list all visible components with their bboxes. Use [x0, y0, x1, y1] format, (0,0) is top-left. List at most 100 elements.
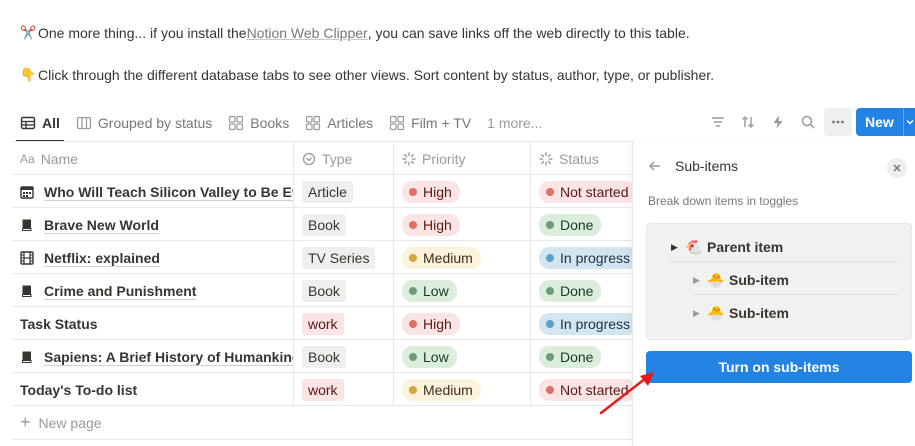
priority-cell[interactable]: High: [394, 307, 531, 340]
column-header-priority[interactable]: Priority: [394, 142, 531, 175]
tab-film-tv[interactable]: Film + TV: [383, 108, 477, 138]
text-property-icon: Aa: [20, 151, 35, 166]
row-title[interactable]: Crime and Punishment: [44, 283, 196, 299]
priority-cell[interactable]: Medium: [394, 373, 531, 406]
priority-cell[interactable]: Medium: [394, 241, 531, 274]
clipper-text-after: , you can save links off the web directl…: [367, 25, 690, 41]
gallery-icon: [229, 115, 244, 131]
status-cell[interactable]: Done: [531, 274, 642, 307]
back-arrow-icon[interactable]: [647, 158, 663, 174]
hatching-chick-icon: 🐣: [707, 271, 725, 288]
row-title[interactable]: Who Will Teach Silicon Valley to Be Ethi…: [44, 184, 293, 200]
type-tag: Book: [302, 279, 346, 302]
close-icon: [893, 164, 901, 172]
status-cell[interactable]: In progress: [531, 241, 642, 274]
name-cell[interactable]: Netflix: explained: [12, 241, 294, 274]
table-row[interactable]: Sapiens: A Brief History of Humankind Boo…: [12, 340, 642, 373]
name-cell[interactable]: Sapiens: A Brief History of Humankind: [12, 340, 294, 373]
more-icon: [832, 120, 844, 124]
type-tag: Book: [302, 213, 346, 236]
column-priority-label: Priority: [422, 150, 466, 167]
automation-button[interactable]: [764, 108, 792, 136]
search-button[interactable]: [794, 108, 822, 136]
priority-label: Medium: [423, 381, 473, 398]
toggle-triangle-icon: ▶: [693, 307, 700, 318]
column-header-status[interactable]: Status: [531, 142, 642, 175]
name-cell[interactable]: Task Status: [12, 307, 294, 340]
type-cell[interactable]: work: [294, 373, 394, 406]
status-pill: Done: [539, 345, 602, 368]
tab-film-tv-label: Film + TV: [411, 115, 472, 131]
tab-books[interactable]: Books: [222, 108, 295, 138]
type-cell[interactable]: Article: [294, 175, 394, 208]
hatching-chick-icon: 🐣: [707, 304, 725, 321]
book-icon: [20, 350, 36, 364]
calendar-icon: [20, 185, 36, 199]
status-cell[interactable]: Done: [531, 208, 642, 241]
turn-on-sub-items-button[interactable]: Turn on sub-items: [646, 351, 912, 383]
new-dropdown-button[interactable]: [902, 108, 915, 136]
column-status-label: Status: [559, 150, 599, 167]
status-label: Done: [560, 216, 594, 233]
name-cell[interactable]: Who Will Teach Silicon Valley to Be Ethi…: [12, 175, 294, 208]
status-property-icon: [402, 151, 416, 166]
more-options-button[interactable]: [824, 108, 852, 136]
name-cell[interactable]: Crime and Punishment: [12, 274, 294, 307]
table-row[interactable]: Netflix: explained TV Series Medium In prog…: [12, 241, 642, 274]
type-cell[interactable]: Book: [294, 340, 394, 373]
row-title[interactable]: Netflix: explained: [44, 250, 160, 266]
status-pill: In progress: [539, 312, 639, 335]
sort-button[interactable]: [734, 108, 762, 136]
status-pill: Done: [539, 279, 602, 302]
panel-title: Sub-items: [675, 158, 739, 174]
status-label: Done: [560, 282, 594, 299]
table-row[interactable]: Crime and Punishment Book Low Done: [12, 274, 642, 307]
name-cell[interactable]: Today's To-do list: [12, 373, 294, 406]
name-cell[interactable]: Brave New World: [12, 208, 294, 241]
status-dot-icon: [546, 385, 554, 394]
status-cell[interactable]: In progress: [531, 307, 642, 340]
row-title[interactable]: Task Status: [20, 316, 98, 332]
row-title[interactable]: Brave New World: [44, 217, 159, 233]
web-clipper-link[interactable]: Notion Web Clipper: [247, 25, 368, 41]
table-row[interactable]: Who Will Teach Silicon Valley to Be Ethi…: [12, 175, 642, 208]
row-title[interactable]: Sapiens: A Brief History of Humankind: [44, 349, 293, 365]
type-cell[interactable]: Book: [294, 274, 394, 307]
status-dot-icon: [546, 286, 554, 295]
status-cell[interactable]: Not started: [531, 175, 642, 208]
type-cell[interactable]: work: [294, 307, 394, 340]
preview-divider: [671, 261, 899, 262]
toggle-triangle-icon: ▶: [671, 241, 678, 252]
filter-button[interactable]: [704, 108, 732, 136]
table-row[interactable]: Today's To-do list work Medium Not started: [12, 373, 642, 406]
tab-all-label: All: [42, 115, 60, 131]
tab-more[interactable]: 1 more...: [481, 108, 548, 138]
tab-grouped-by-status[interactable]: Grouped by status: [70, 108, 218, 138]
status-dot-icon: [546, 319, 554, 328]
row-title[interactable]: Today's To-do list: [20, 382, 137, 398]
type-cell[interactable]: Book: [294, 208, 394, 241]
tabs-tip-text: Click through the different database tab…: [38, 67, 715, 83]
priority-pill: High: [402, 312, 460, 335]
new-button[interactable]: New: [856, 108, 903, 136]
tab-all[interactable]: All: [14, 108, 66, 142]
column-header-name[interactable]: Aa Name: [12, 142, 294, 175]
status-label: Not started: [560, 183, 629, 200]
priority-pill: High: [402, 180, 460, 203]
table-row[interactable]: Brave New World Book High Done: [12, 208, 642, 241]
priority-cell[interactable]: High: [394, 175, 531, 208]
priority-cell[interactable]: Low: [394, 274, 531, 307]
sub-items-preview: ▶ 🐔 Parent item ▶ 🐣 Sub-item ▶ 🐣 Sub-ite…: [646, 223, 912, 340]
annotation-arrow-icon: [599, 372, 654, 415]
new-page-button[interactable]: + New page: [20, 406, 102, 439]
tab-articles[interactable]: Articles: [299, 108, 379, 138]
table-row[interactable]: Task Status work High In progress: [12, 307, 642, 340]
priority-cell[interactable]: High: [394, 208, 531, 241]
column-header-type[interactable]: Type: [294, 142, 394, 175]
view-tabs: All Grouped by status Books Articles Fil…: [14, 108, 552, 142]
close-panel-button[interactable]: [887, 158, 907, 178]
board-icon: [76, 116, 92, 130]
type-cell[interactable]: TV Series: [294, 241, 394, 274]
priority-cell[interactable]: Low: [394, 340, 531, 373]
priority-dot-icon: [409, 352, 417, 361]
